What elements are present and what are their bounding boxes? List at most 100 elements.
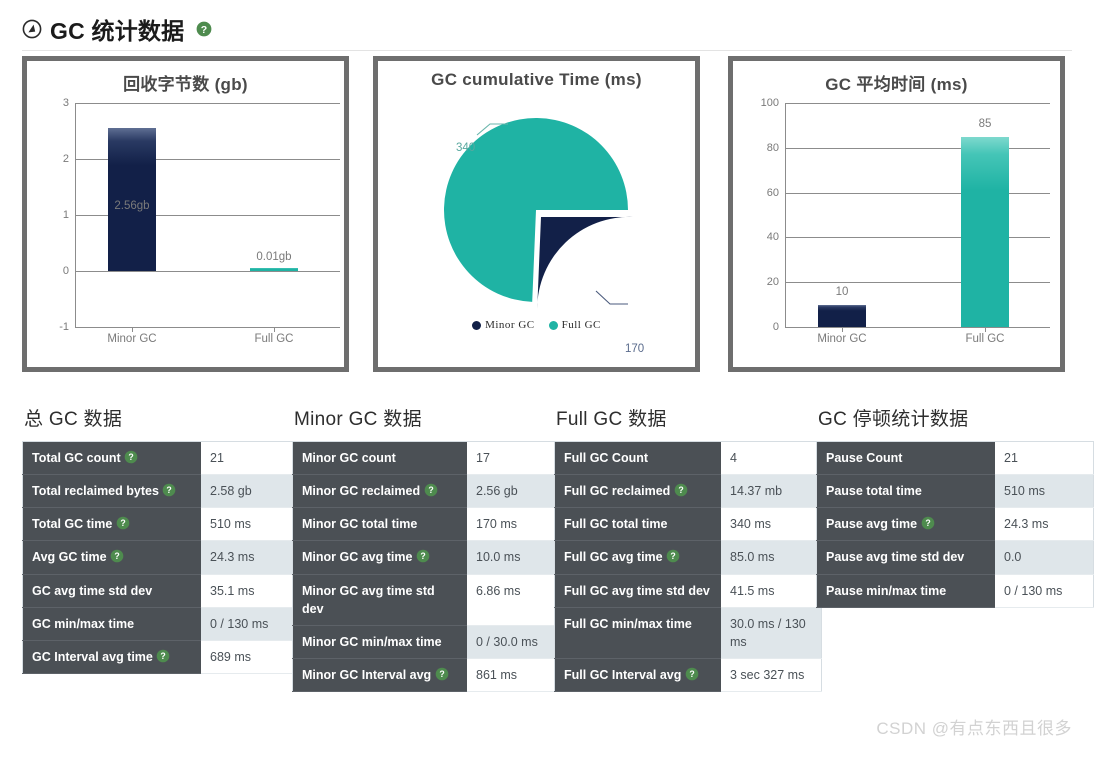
- help-circle-icon[interactable]: ?: [162, 483, 176, 497]
- help-circle-icon[interactable]: ?: [196, 21, 212, 37]
- help-circle-icon[interactable]: ?: [921, 516, 935, 530]
- svg-text:?: ?: [678, 485, 683, 495]
- legend-item-full-gc[interactable]: Full GC: [548, 319, 601, 331]
- table-row: Minor GC avg time std dev 6.86 ms: [292, 574, 566, 626]
- help-circle-icon[interactable]: ?: [116, 516, 130, 530]
- table-row-value: 85.0 ms: [721, 540, 822, 575]
- ytick-label: 3: [62, 97, 69, 109]
- table-row-label: GC Interval avg time ?: [22, 640, 201, 674]
- legend-swatch-full-gc: [548, 320, 558, 330]
- help-circle-icon[interactable]: ?: [435, 667, 449, 681]
- table-row: Full GC Count 4: [554, 441, 822, 476]
- pie-label-full-gc: 340: [456, 142, 476, 154]
- table-row-label-text: Pause avg time std dev: [826, 550, 965, 565]
- table-row-label-text: Minor GC avg time std dev: [302, 583, 435, 616]
- table-block-pause-gc: GC 停顿统计数据 Pause Count 21 Pause total time 5…: [816, 404, 1094, 608]
- chart-card-avg-time: GC 平均时间 (ms) 100 80 60 40 20 0 10 85 Min…: [728, 56, 1065, 372]
- table-row-value: 510 ms: [995, 474, 1094, 509]
- table-row-value: 340 ms: [721, 507, 822, 542]
- table-body: Full GC Count 4 Full GC reclaimed ? 14.37 m…: [554, 441, 822, 693]
- table-row-label: Full GC Count: [554, 441, 721, 476]
- gridline-20: [785, 282, 1050, 284]
- table-row: Avg GC time ? 24.3 ms: [22, 540, 298, 575]
- table-row-label: Pause avg time ?: [816, 507, 995, 542]
- table-block-total-gc: 总 GC 数据 Total GC count ? 21 Total reclaime…: [22, 404, 298, 674]
- help-circle-icon[interactable]: ?: [424, 483, 438, 497]
- table-row-label: Full GC reclaimed ?: [554, 474, 721, 509]
- table-row-value: 861 ms: [467, 658, 566, 693]
- svg-text:?: ?: [120, 518, 125, 528]
- table-row-label-text: Total reclaimed bytes: [32, 484, 159, 499]
- table-row-label-text: Full GC total time: [564, 517, 668, 532]
- watermark: CSDN @有点东西且很多: [876, 719, 1072, 738]
- pie-slice-minor-gc[interactable]: [537, 216, 633, 309]
- table-heading-total-gc: 总 GC 数据: [24, 409, 123, 430]
- chart-title-reclaimed-bytes: 回收字节数 (gb): [123, 75, 248, 94]
- svg-text:?: ?: [114, 552, 119, 562]
- table-row-label-text: Minor GC reclaimed: [302, 484, 421, 499]
- bar-full-gc[interactable]: [250, 268, 298, 271]
- gridline-80: [785, 147, 1050, 149]
- table-body: Minor GC count 17 Minor GC reclaimed ? 2.56…: [292, 441, 566, 693]
- svg-text:?: ?: [420, 552, 425, 562]
- y-axis-line: [75, 103, 76, 328]
- ytick-label: 0: [62, 265, 69, 277]
- help-circle-icon[interactable]: ?: [416, 549, 430, 563]
- y-axis-line: [785, 103, 786, 327]
- xtick-label-minor-gc: Minor GC: [817, 333, 867, 345]
- table-row-label: Total GC count ?: [22, 441, 201, 476]
- table-row: Total reclaimed bytes ? 2.58 gb: [22, 474, 298, 509]
- table-block-full-gc: Full GC 数据 Full GC Count 4 Full GC reclaim…: [554, 404, 822, 693]
- bar-full-gc[interactable]: [961, 137, 1009, 327]
- gridline-60: [785, 192, 1050, 194]
- gridline-100: [785, 103, 1050, 104]
- circle-arrow-icon: [22, 19, 42, 39]
- bar-label-minor-gc: 10: [835, 286, 849, 298]
- chart-card-cumulative-time: GC cumulative Time (ms) 340 170 Minor GC: [373, 56, 700, 372]
- table-row-value: 2.56 gb: [467, 474, 566, 509]
- table-heading-full-gc: Full GC 数据: [556, 409, 667, 430]
- help-circle-icon[interactable]: ?: [674, 483, 688, 497]
- table-pause-gc: Pause Count 21 Pause total time 510 ms Pause…: [816, 441, 1094, 608]
- table-heading-minor-gc: Minor GC 数据: [294, 409, 422, 430]
- table-row-label-text: Minor GC avg time: [302, 550, 413, 565]
- table-row-label: Minor GC total time: [292, 507, 467, 542]
- table-row: Total GC count ? 21: [22, 441, 298, 476]
- table-row-value: 689 ms: [201, 640, 298, 674]
- xtick-label-full-gc: Full GC: [965, 333, 1005, 345]
- ytick-label: 20: [766, 276, 779, 289]
- table-row: Pause Count 21: [816, 441, 1094, 476]
- xtick-minor-gc: [132, 327, 133, 332]
- table-row-label: Avg GC time ?: [22, 540, 201, 575]
- table-row-label-text: Full GC min/max time: [564, 616, 692, 631]
- ytick-label: 0: [772, 321, 779, 333]
- table-row: Full GC reclaimed ? 14.37 mb: [554, 474, 822, 509]
- svg-text:?: ?: [428, 485, 433, 495]
- chart-title-avg-time: GC 平均时间 (ms): [825, 75, 968, 94]
- table-row-value: 24.3 ms: [995, 507, 1094, 542]
- table-row-label-text: GC Interval avg time: [32, 649, 153, 664]
- table-row-value: 30.0 ms / 130 ms: [721, 607, 822, 659]
- svg-text:?: ?: [201, 24, 207, 36]
- table-block-minor-gc: Minor GC 数据 Minor GC count 17 Minor GC rec…: [292, 404, 566, 693]
- table-row: GC Interval avg time ? 689 ms: [22, 640, 298, 674]
- table-row: Full GC avg time ? 85.0 ms: [554, 540, 822, 575]
- table-row-value: 14.37 mb: [721, 474, 822, 509]
- table-row-label: Minor GC avg time ?: [292, 540, 467, 575]
- xtick-label-minor-gc: Minor GC: [107, 333, 157, 345]
- bar-label-full-gc: 0.01gb: [256, 251, 292, 263]
- legend-item-minor-gc[interactable]: Minor GC: [472, 319, 535, 331]
- help-circle-icon[interactable]: ?: [110, 549, 124, 563]
- pie-label-minor-gc: 170: [625, 343, 645, 355]
- pie-legend: Minor GC Full GC: [378, 319, 695, 331]
- help-circle-icon[interactable]: ?: [156, 649, 170, 663]
- help-circle-icon[interactable]: ?: [666, 549, 680, 563]
- svg-text:?: ?: [161, 651, 166, 661]
- bar-minor-gc[interactable]: [818, 305, 866, 327]
- help-circle-icon[interactable]: ?: [124, 450, 138, 464]
- table-row-value: 2.58 gb: [201, 474, 298, 509]
- help-circle-icon[interactable]: ?: [685, 667, 699, 681]
- table-row-label-text: Full GC reclaimed: [564, 484, 671, 499]
- table-row-label-text: Minor GC min/max time: [302, 634, 442, 649]
- table-row-value: 10.0 ms: [467, 540, 566, 575]
